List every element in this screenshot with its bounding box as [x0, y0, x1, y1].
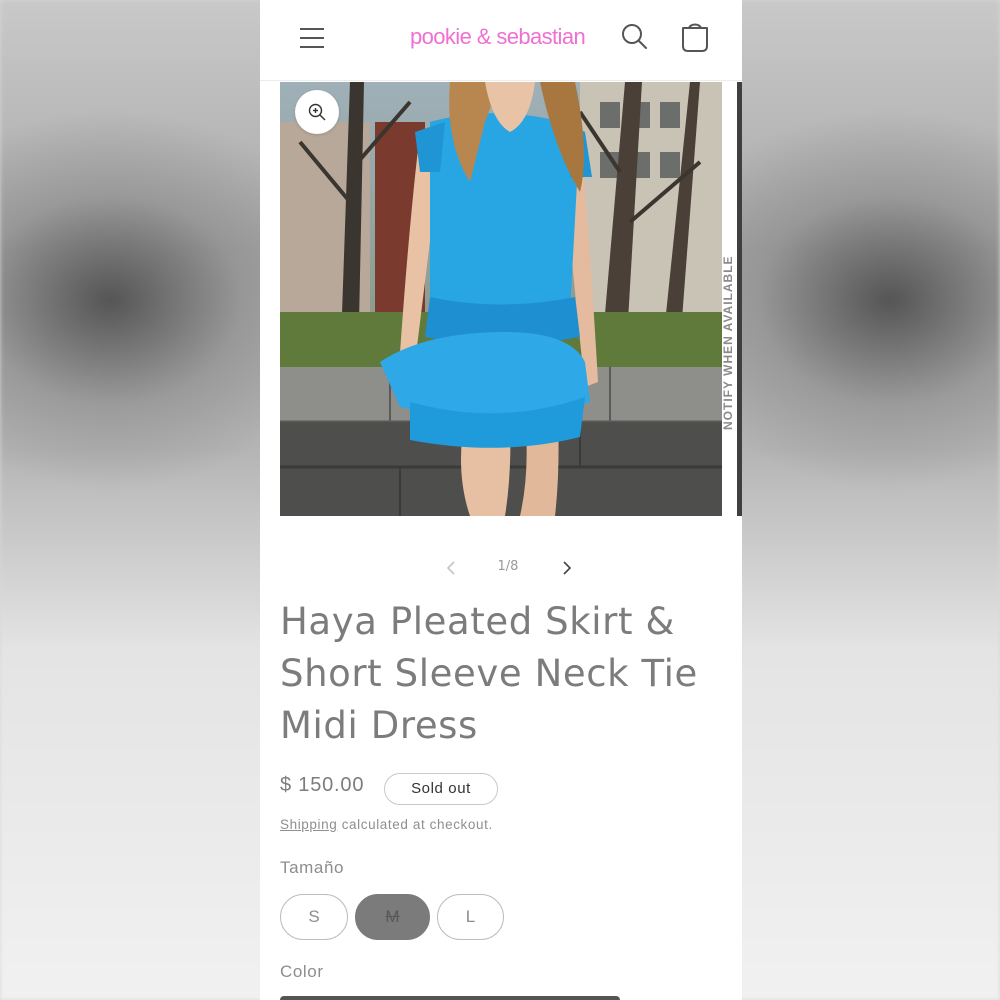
brand-logo[interactable]: pookie & sebastian: [410, 20, 600, 54]
product-photo-illustration: [280, 82, 722, 516]
zoom-in-icon: [308, 103, 326, 121]
gallery-navigation: 1/8: [260, 552, 742, 584]
search-icon[interactable]: [620, 22, 650, 52]
chevron-right-icon[interactable]: [556, 556, 578, 580]
menu-icon[interactable]: [298, 24, 326, 52]
product-price: $ 150.00: [280, 774, 365, 796]
shipping-text: calculated at checkout.: [337, 817, 493, 832]
cart-icon[interactable]: [678, 20, 712, 54]
size-label: Tamaño: [280, 858, 345, 877]
zoom-button[interactable]: [295, 90, 339, 134]
size-option-l[interactable]: L: [437, 894, 504, 940]
product-page: pookie & sebastian NOTIFY WHEN AVAILABLE…: [260, 0, 742, 1000]
color-label: Color: [280, 962, 324, 981]
shipping-note: Shipping calculated at checkout.: [280, 817, 493, 832]
product-title: Haya Pleated Skirt & Short Sleeve Neck T…: [280, 600, 698, 747]
status-badge: Sold out: [384, 773, 498, 805]
size-option-s[interactable]: S: [280, 894, 348, 940]
size-option-m[interactable]: M: [355, 894, 430, 940]
product-image[interactable]: [280, 82, 722, 516]
site-header: pookie & sebastian: [260, 0, 742, 81]
shipping-link[interactable]: Shipping: [280, 817, 337, 832]
chevron-left-icon[interactable]: [440, 556, 462, 580]
color-swatches[interactable]: [280, 996, 620, 1000]
slide-counter: 1/8: [497, 559, 519, 574]
next-image-caption: NOTIFY WHEN AVAILABLE: [721, 255, 735, 430]
